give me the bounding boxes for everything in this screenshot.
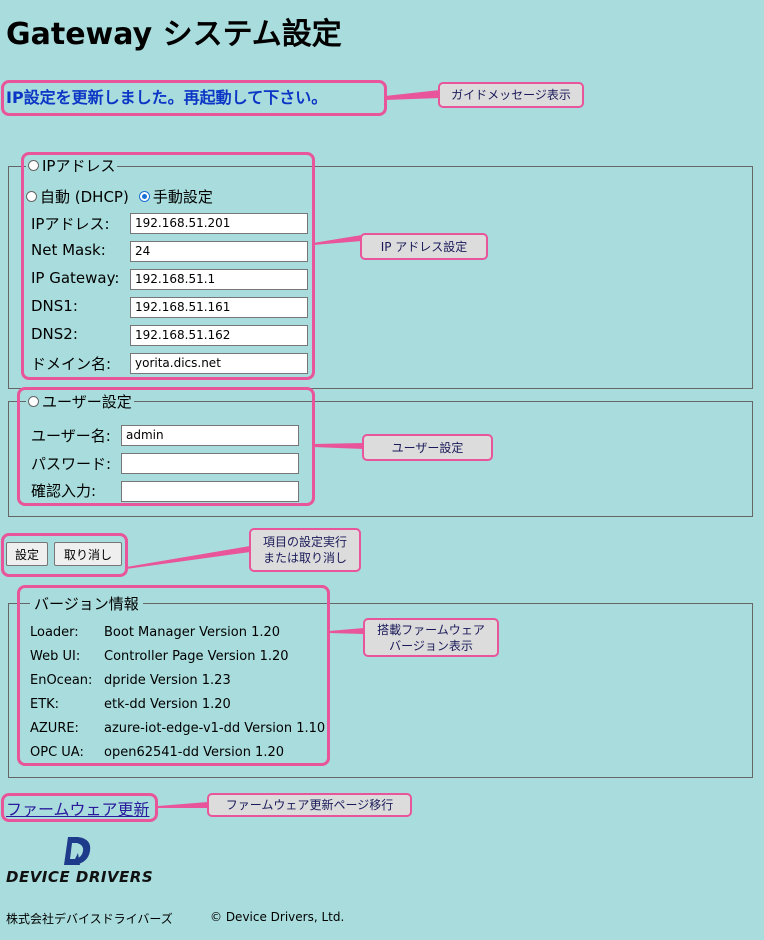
user-highlight bbox=[17, 387, 315, 506]
callout-buttons-line1: 項目の設定実行 bbox=[262, 535, 347, 549]
ip-highlight bbox=[21, 152, 315, 380]
footer-copyright: © Device Drivers, Ltd. bbox=[210, 910, 345, 924]
callout-user: ユーザー設定 bbox=[362, 434, 493, 461]
firmware-highlight bbox=[1, 793, 158, 822]
version-highlight bbox=[17, 585, 330, 766]
callout-firmware: ファームウェア更新ページ移行 bbox=[207, 793, 412, 817]
callout-version-line1: 搭載ファームウェア bbox=[377, 622, 485, 637]
device-drivers-logo-icon bbox=[64, 837, 91, 865]
callout-buttons: 項目の設定実行 または取り消し bbox=[249, 528, 361, 572]
logo-text: DEVICE DRIVERS bbox=[6, 868, 154, 886]
callout-buttons-line2: または取り消し bbox=[262, 551, 347, 565]
callout-ip: IP アドレス設定 bbox=[360, 233, 488, 260]
footer-company: 株式会社デバイスドライバーズ bbox=[6, 912, 173, 926]
callout-version: 搭載ファームウェア バージョン表示 bbox=[363, 618, 499, 657]
page-title: Gateway システム設定 bbox=[6, 17, 342, 52]
buttons-highlight bbox=[1, 533, 128, 577]
guide-highlight bbox=[1, 80, 387, 116]
callout-version-line2: バージョン表示 bbox=[389, 638, 473, 653]
callout-guide: ガイドメッセージ表示 bbox=[438, 82, 584, 108]
